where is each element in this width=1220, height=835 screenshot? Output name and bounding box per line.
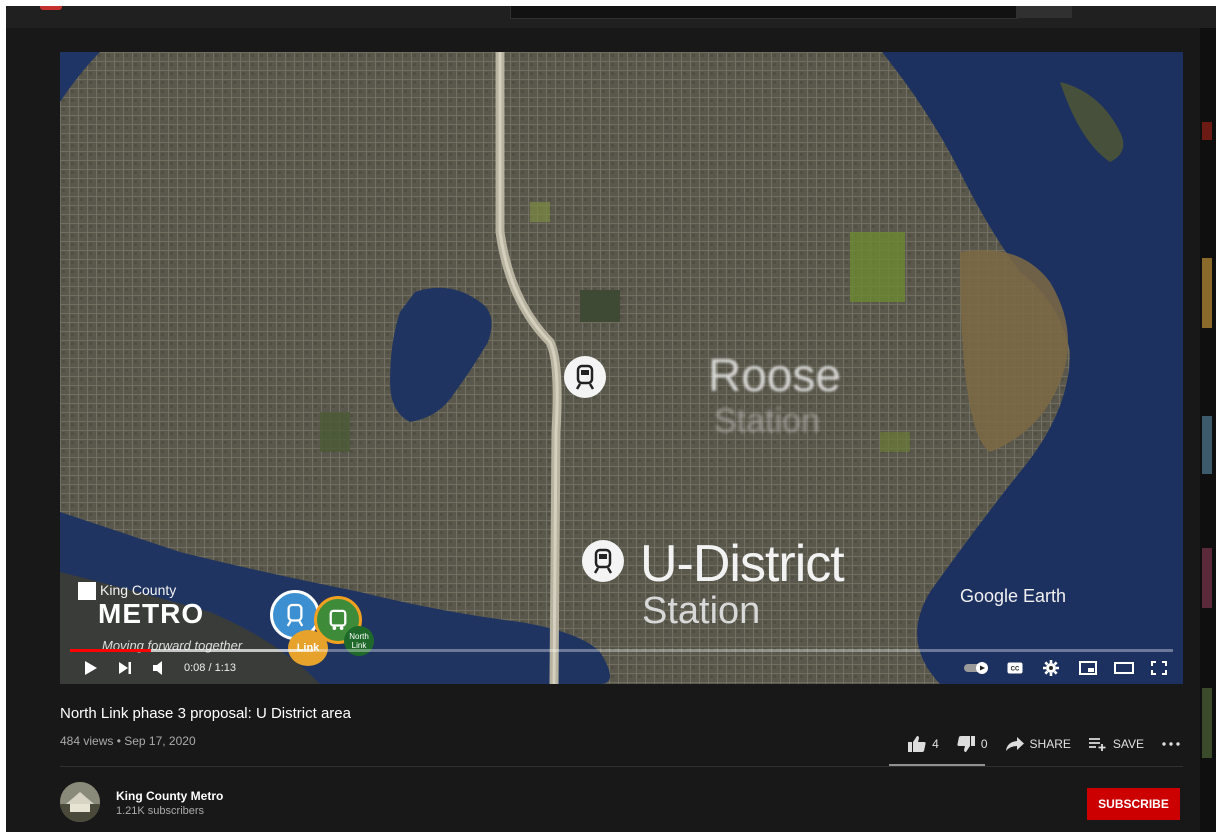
google-earth-watermark: Google Earth bbox=[960, 586, 1067, 606]
player-controls: 0:08 / 1:13 CC bbox=[60, 652, 1183, 684]
theater-mode-button[interactable] bbox=[1114, 658, 1134, 678]
youtube-logo[interactable] bbox=[40, 6, 62, 10]
volume-button[interactable] bbox=[150, 658, 170, 678]
gear-icon bbox=[1043, 660, 1059, 676]
miniplayer-button[interactable] bbox=[1078, 658, 1098, 678]
dislike-count: 0 bbox=[980, 737, 988, 751]
roosevelt-station-subtitle: Station bbox=[714, 402, 820, 440]
roosevelt-station-title: Roose bbox=[708, 349, 841, 401]
more-dots-icon bbox=[1162, 742, 1180, 746]
time-display: 0:08 / 1:13 bbox=[184, 662, 236, 674]
video-actions: 4 0 SHARE SAVE bbox=[890, 734, 1186, 754]
youtube-window: Roose Station U-District Station Google … bbox=[6, 6, 1216, 832]
captions-icon: CC bbox=[1007, 662, 1023, 674]
subscribe-button[interactable]: SUBSCRIBE bbox=[1087, 788, 1180, 820]
share-label: SHARE bbox=[1029, 737, 1071, 751]
king-county-logo-icon bbox=[78, 582, 96, 600]
more-actions-button[interactable] bbox=[1162, 742, 1186, 746]
autoplay-toggle[interactable] bbox=[963, 658, 989, 678]
subscriber-count: 1.21K subscribers bbox=[116, 805, 205, 817]
brand-king-county: King County bbox=[100, 582, 177, 598]
channel-avatar[interactable] bbox=[60, 782, 100, 822]
fullscreen-button[interactable] bbox=[1150, 658, 1168, 678]
play-icon bbox=[85, 661, 97, 675]
save-label: SAVE bbox=[1112, 737, 1144, 751]
roosevelt-station-icon bbox=[564, 356, 606, 398]
svg-text:CC: CC bbox=[1011, 667, 1020, 673]
brand-metro: METRO bbox=[98, 598, 205, 629]
udistrict-station-subtitle: Station bbox=[642, 590, 761, 632]
related-videos-strip[interactable] bbox=[1200, 28, 1216, 832]
play-button[interactable] bbox=[82, 658, 100, 678]
volume-icon bbox=[153, 661, 162, 675]
next-icon bbox=[119, 662, 131, 674]
save-button[interactable]: SAVE bbox=[1088, 737, 1144, 751]
video-player[interactable]: Roose Station U-District Station Google … bbox=[60, 52, 1183, 684]
search-button[interactable] bbox=[1016, 6, 1072, 18]
thumbs-down-icon bbox=[957, 736, 975, 752]
captions-button[interactable]: CC bbox=[1006, 658, 1024, 678]
udistrict-station-icon bbox=[582, 540, 624, 582]
fullscreen-icon bbox=[1151, 661, 1167, 675]
channel-name[interactable]: King County Metro bbox=[116, 789, 223, 803]
share-arrow-icon bbox=[1005, 737, 1024, 751]
top-bar bbox=[6, 6, 1216, 28]
thumbs-up-icon bbox=[908, 736, 926, 752]
video-views-date: 484 views • Sep 17, 2020 bbox=[60, 734, 196, 748]
dislike-button[interactable]: 0 bbox=[957, 736, 988, 752]
udistrict-station-title: U-District bbox=[640, 535, 845, 593]
miniplayer-icon bbox=[1079, 661, 1097, 675]
next-button[interactable] bbox=[116, 658, 134, 678]
playlist-add-icon bbox=[1088, 738, 1106, 751]
like-count: 4 bbox=[932, 737, 939, 751]
search-input[interactable] bbox=[510, 6, 1018, 19]
share-button[interactable]: SHARE bbox=[1005, 737, 1071, 751]
settings-button[interactable] bbox=[1042, 658, 1060, 678]
like-button[interactable]: 4 bbox=[908, 736, 939, 752]
video-title: North Link phase 3 proposal: U District … bbox=[60, 705, 351, 722]
divider bbox=[60, 766, 1183, 767]
theater-mode-icon bbox=[1114, 662, 1134, 674]
autoplay-toggle-icon bbox=[964, 662, 988, 674]
